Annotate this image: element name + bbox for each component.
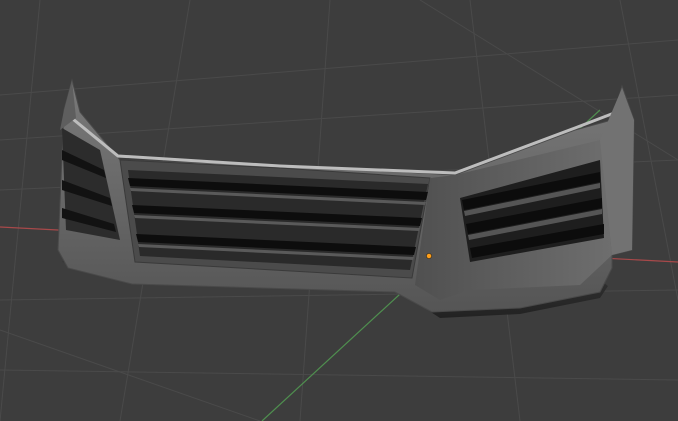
3d-viewport[interactable]: [0, 0, 678, 421]
bumper-mesh[interactable]: [57, 78, 635, 318]
viewport-canvas[interactable]: [0, 0, 678, 421]
object-origin-marker[interactable]: [426, 253, 432, 259]
center-grille-slats: [128, 178, 428, 260]
